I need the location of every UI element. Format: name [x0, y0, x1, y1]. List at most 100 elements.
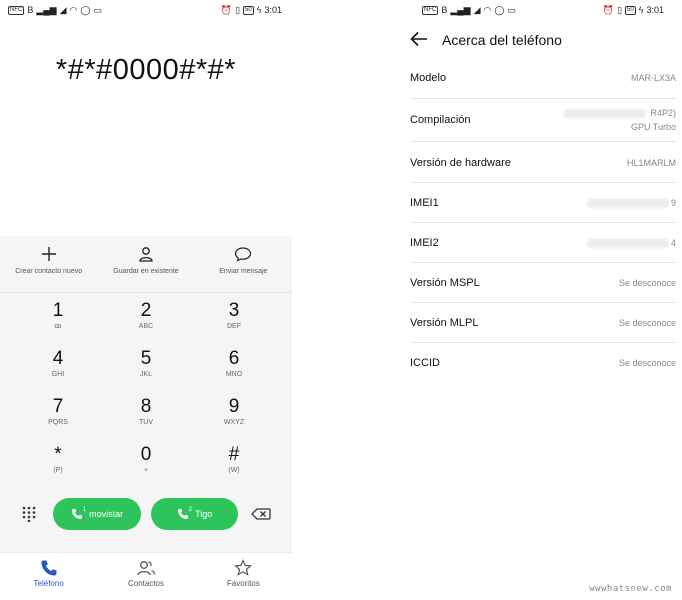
row-value: 9	[670, 198, 676, 208]
voicemail-icon: ꝏ	[54, 323, 62, 330]
keypad: 1ꝏ 2 ABC 3 DEF 4 GHI 5 JKL 6 MNO 7 PQRS 8 TUV 9…	[14, 300, 278, 492]
person-icon	[139, 247, 153, 262]
key-1[interactable]: 1ꝏ	[14, 300, 102, 348]
key-digit: *	[54, 444, 62, 465]
key-digit: 0	[140, 444, 152, 465]
signal-icon: ▂▄▆	[36, 5, 57, 15]
key-9[interactable]: 9 WXYZ	[190, 396, 278, 444]
row-imei1[interactable]: IMEI1 9	[410, 183, 676, 223]
contacts-icon	[137, 561, 156, 576]
signal-icon: ▂▄▆	[450, 5, 471, 15]
wifi-icon: ◠	[483, 5, 492, 15]
dialer-panel: Crear contacto nuevo Guardar en existent…	[0, 236, 292, 552]
dialed-number[interactable]: *#*#0000#*#*	[0, 54, 292, 87]
key-digit: 8	[140, 396, 152, 417]
dialer-screen: NFC B ▂▄▆ ◢ ◠ ◯ ▭ ⏰ ▯ 50 ϟ 3:01 *#*#0000…	[0, 0, 292, 600]
plus-icon	[41, 247, 56, 261]
whatsapp-icon: ◯	[494, 5, 505, 15]
key-2[interactable]: 2 ABC	[102, 300, 190, 348]
key-letters: GHI	[51, 371, 65, 378]
call-sim1-button[interactable]: 1 movistar	[53, 498, 141, 530]
status-bar: NFC B ▂▄▆ ◢ ◠ ◯ ▭ ⏰ ▯ 50 ϟ 3:01	[396, 0, 682, 22]
page-title: Acerca del teléfono	[442, 32, 562, 48]
key-0[interactable]: 0 +	[102, 444, 190, 492]
row-imei2[interactable]: IMEI2 4	[410, 223, 676, 263]
app-header: Acerca del teléfono	[396, 28, 682, 54]
key-digit: 4	[52, 348, 64, 369]
call-sim2-button[interactable]: 2 Tigo	[151, 498, 238, 530]
key-digit: 7	[52, 396, 64, 417]
redacted-value	[564, 109, 646, 118]
key-8[interactable]: 8 TUV	[102, 396, 190, 444]
row-mspl[interactable]: Versión MSPL Se desconoce	[410, 263, 676, 303]
alarm-icon: ⏰	[220, 5, 233, 15]
row-value: 4	[670, 238, 676, 248]
key-letters: PQRS	[48, 419, 68, 426]
key-5[interactable]: 5 JKL	[102, 348, 190, 396]
create-contact-label: Crear contacto nuevo	[15, 268, 83, 275]
divider	[0, 292, 292, 293]
wifi-icon: ◠	[69, 5, 78, 15]
redacted-value	[587, 239, 669, 248]
key-star[interactable]: * (P)	[14, 444, 102, 492]
nav-favoritos[interactable]: Favoritos	[195, 553, 292, 600]
row-value: Se desconoce	[618, 278, 676, 288]
phone-icon	[71, 509, 82, 519]
key-digit: 5	[140, 348, 152, 369]
row-label: Modelo	[410, 72, 447, 84]
vibrate-icon: ▯	[235, 5, 241, 15]
key-4[interactable]: 4 GHI	[14, 348, 102, 396]
send-message-label: Enviar mensaje	[219, 268, 268, 275]
phone-icon	[41, 560, 57, 576]
row-iccid[interactable]: ICCID Se desconoce	[410, 343, 676, 382]
row-compilacion[interactable]: Compilación R4P2) GPU Turbo	[410, 99, 676, 142]
create-contact-button[interactable]: Crear contacto nuevo	[0, 236, 97, 292]
key-letters: ABC	[138, 323, 154, 330]
key-letters: (P)	[53, 467, 63, 474]
key-digit: 1	[52, 300, 64, 321]
row-value: MAR-LX3A	[630, 73, 676, 83]
row-value: Se desconoce	[618, 358, 676, 368]
gallery-icon: ▭	[507, 5, 516, 15]
back-arrow-icon[interactable]	[410, 31, 428, 47]
send-message-button[interactable]: Enviar mensaje	[195, 236, 292, 292]
backspace-icon[interactable]	[251, 508, 271, 520]
phone-icon	[177, 509, 188, 519]
save-existing-button[interactable]: Guardar en existente	[97, 236, 194, 292]
key-letters: (W)	[228, 467, 240, 474]
key-letters: DEF	[227, 323, 241, 330]
key-digit: 2	[140, 300, 152, 321]
row-modelo[interactable]: Modelo MAR-LX3A	[410, 58, 676, 99]
clock: 3:01	[264, 5, 282, 15]
charging-icon: ϟ	[256, 5, 262, 15]
dialpad-toggle-icon[interactable]	[22, 506, 36, 522]
whatsapp-icon: ◯	[80, 5, 91, 15]
info-list: Modelo MAR-LX3A Compilación R4P2) GPU Tu…	[410, 58, 676, 382]
key-digit: 9	[228, 396, 240, 417]
key-letters: JKL	[139, 371, 153, 378]
key-3[interactable]: 3 DEF	[190, 300, 278, 348]
key-letters: +	[143, 467, 149, 474]
nfc-icon: NFC	[422, 5, 439, 15]
row-mlpl[interactable]: Versión MLPL Se desconoce	[410, 303, 676, 343]
key-letters: WXYZ	[223, 419, 245, 426]
nav-contactos[interactable]: Contactos	[97, 553, 194, 600]
bottom-nav: Teléfono Contactos Favoritos	[0, 552, 292, 600]
nfc-icon: NFC	[8, 5, 25, 15]
key-hash[interactable]: # (W)	[190, 444, 278, 492]
key-7[interactable]: 7 PQRS	[14, 396, 102, 444]
key-letters: TUV	[139, 419, 153, 426]
signal-icon-2: ◢	[473, 5, 481, 15]
signal-icon-2: ◢	[59, 5, 67, 15]
gallery-icon: ▭	[93, 5, 102, 15]
sim-tag: B	[441, 5, 448, 15]
alarm-icon: ⏰	[602, 5, 615, 15]
key-digit: 3	[228, 300, 240, 321]
row-label: IMEI1	[410, 197, 439, 209]
key-6[interactable]: 6 MNO	[190, 348, 278, 396]
nav-favoritos-label: Favoritos	[226, 579, 260, 588]
nav-contactos-label: Contactos	[127, 579, 164, 588]
row-hardware[interactable]: Versión de hardware HL1MARLM	[410, 142, 676, 183]
star-icon	[234, 559, 253, 576]
nav-telefono[interactable]: Teléfono	[0, 553, 97, 600]
